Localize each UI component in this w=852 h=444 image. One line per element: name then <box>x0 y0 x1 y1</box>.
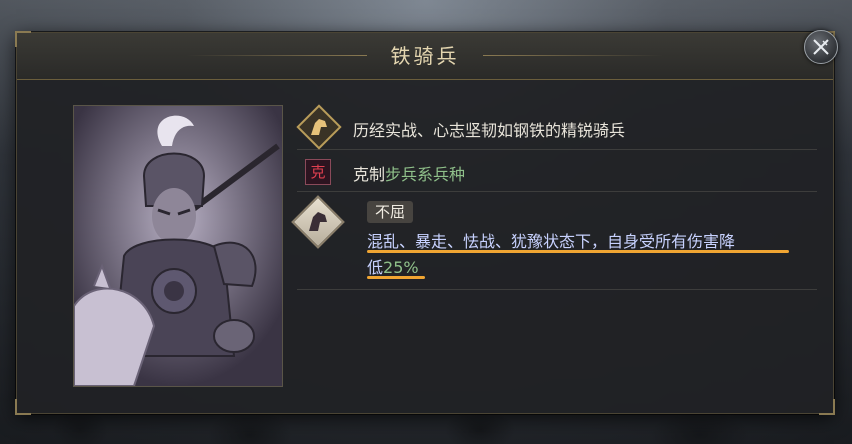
unit-info-panel: 铁骑兵 历经实战、心志坚韧如钢铁的精锐骑兵 克 克制步兵系兵种 不屈 混乱、暴走… <box>15 31 835 415</box>
unit-skill-row: 不屈 混乱、暴走、怯战、犹豫状态下，自身受所有伤害降 低25% <box>291 195 817 290</box>
highlight-underline <box>367 276 425 279</box>
counter-icon: 克 <box>305 159 331 185</box>
counter-text: 克制步兵系兵种 <box>353 161 465 185</box>
dark-horse-icon <box>291 195 345 249</box>
unit-description-row: 历经实战、心志坚韧如钢铁的精锐骑兵 <box>296 104 817 150</box>
horse-head-icon <box>296 104 342 150</box>
close-swords-icon <box>813 39 829 55</box>
panel-title-bar: 铁骑兵 <box>17 33 833 80</box>
unit-portrait <box>73 105 283 387</box>
skill-desc-prefix: 低 <box>367 258 384 277</box>
highlight-underline <box>367 250 789 253</box>
counter-prefix: 克制 <box>353 165 386 184</box>
panel-title: 铁骑兵 <box>390 44 460 68</box>
counter-target: 步兵系兵种 <box>385 165 466 184</box>
skill-description: 混乱、暴走、怯战、犹豫状态下，自身受所有伤害降 低25% <box>367 229 807 281</box>
skill-desc-line2: 低25% <box>367 255 807 281</box>
unit-description: 历经实战、心志坚韧如钢铁的精锐骑兵 <box>353 121 626 140</box>
panel-corner <box>15 399 31 415</box>
skill-value: 25% <box>383 258 419 277</box>
panel-corner <box>819 399 835 415</box>
title-ornament <box>483 55 663 56</box>
cavalry-rider-image <box>74 106 282 386</box>
unit-counter-row: 克 克制步兵系兵种 <box>297 151 817 192</box>
close-button[interactable] <box>804 30 838 64</box>
skill-name: 不屈 <box>367 201 414 223</box>
